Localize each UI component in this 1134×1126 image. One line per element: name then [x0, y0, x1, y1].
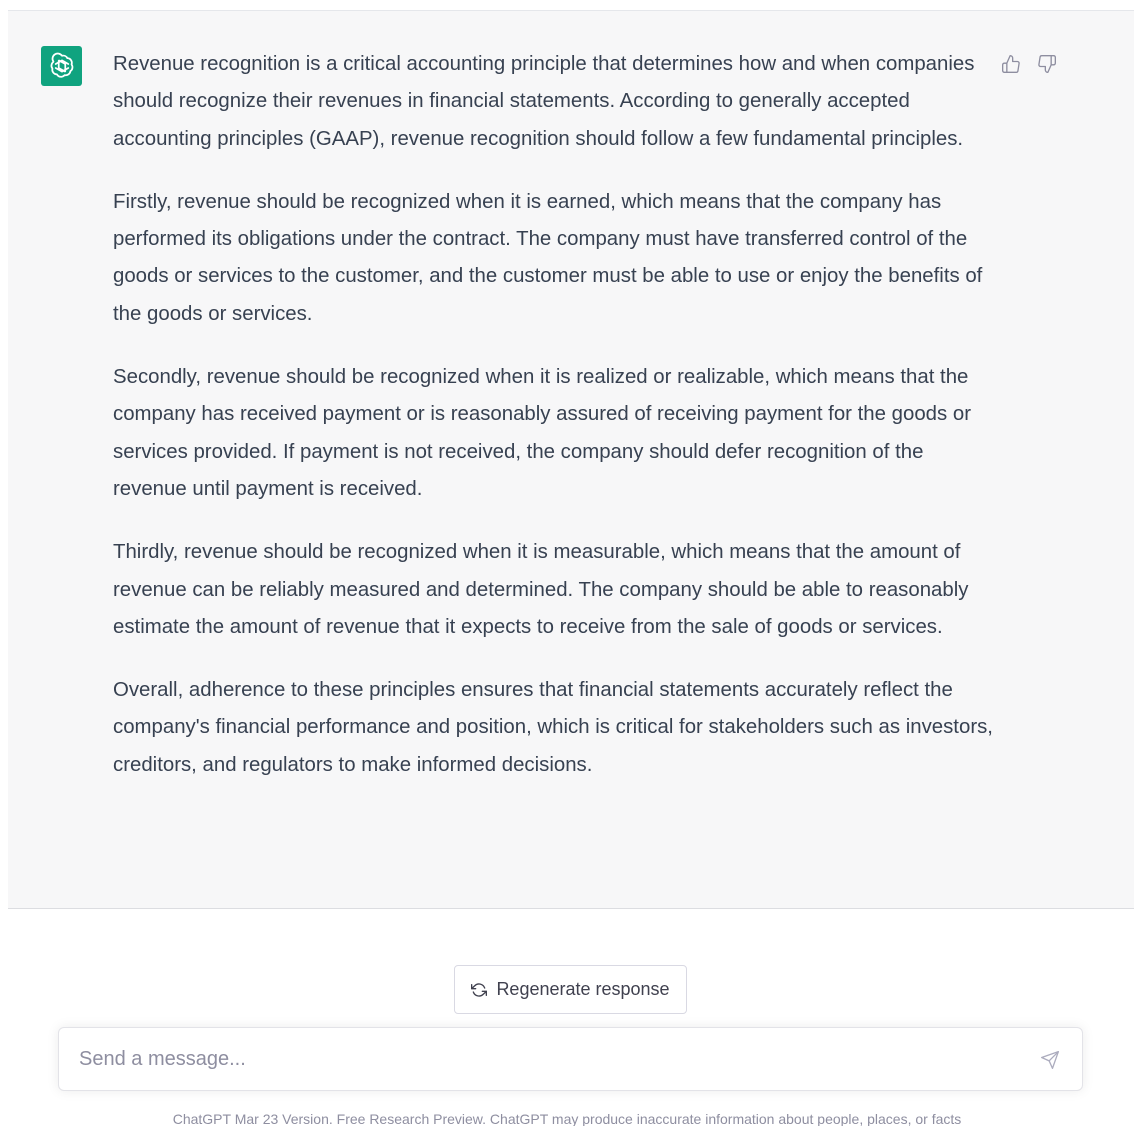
send-icon[interactable] [1038, 1048, 1062, 1072]
message-composer [58, 1027, 1083, 1091]
response-paragraph: Revenue recognition is a critical accoun… [113, 53, 975, 150]
response-paragraph: Firstly, revenue should be recognized wh… [113, 190, 983, 325]
assistant-message: Revenue recognition is a critical accoun… [8, 11, 1134, 909]
thumbs-up-icon[interactable] [998, 51, 1024, 77]
openai-logo-icon [41, 46, 82, 86]
response-paragraph: Overall, adherence to these principles e… [113, 679, 993, 776]
thumbs-down-icon[interactable] [1034, 51, 1060, 77]
message-input[interactable] [79, 1028, 1009, 1090]
feedback-buttons [998, 51, 1060, 77]
chat-page: Revenue recognition is a critical accoun… [0, 0, 1134, 1126]
regenerate-label: Regenerate response [496, 979, 670, 999]
response-text: Revenue recognition is a critical accoun… [113, 46, 993, 810]
regenerate-response-button[interactable]: Regenerate response [454, 965, 687, 1014]
response-paragraph: Thirdly, revenue should be recognized wh… [113, 541, 969, 638]
response-paragraph: Secondly, revenue should be recognized w… [113, 366, 971, 500]
refresh-icon [471, 982, 488, 998]
footer-disclaimer: ChatGPT Mar 23 Version. Free Research Pr… [172, 1111, 962, 1126]
